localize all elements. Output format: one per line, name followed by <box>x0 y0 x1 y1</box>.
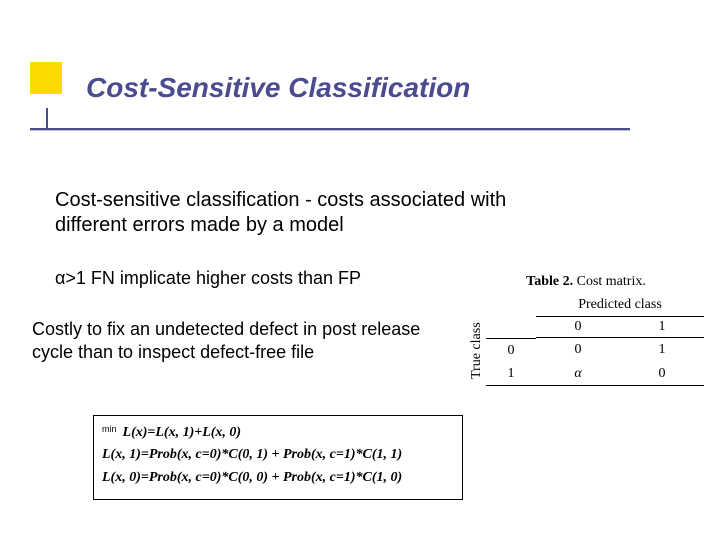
cm-corner-blank <box>486 316 536 338</box>
equation-line-3: L(x, 0)=Prob(x, c=0)*C(0, 0) + Prob(x, c… <box>102 467 454 489</box>
cm-col-0: 0 <box>536 316 620 338</box>
title-area: Cost-Sensitive Classification <box>30 72 470 104</box>
slide: Cost-Sensitive Classification Cost-sensi… <box>0 0 720 540</box>
cm-cell-10: α <box>536 362 620 386</box>
alpha-symbol: α <box>55 268 65 288</box>
equation-line-1: min L(x)=L(x, 1)+L(x, 0) <box>102 422 454 444</box>
cost-matrix-caption-label: Table 2. <box>526 274 573 289</box>
cost-matrix-grid: Predicted class True class 0 1 0 0 1 1 α… <box>468 294 704 386</box>
title-rule-horizontal <box>30 128 630 131</box>
cm-cell-01: 1 <box>620 338 704 362</box>
cm-row-0: 0 <box>486 338 536 362</box>
cm-cell-11: 0 <box>620 362 704 386</box>
body-paragraph-3: Costly to fix an undetected defect in po… <box>32 318 432 363</box>
cm-col-1: 1 <box>620 316 704 338</box>
slide-title: Cost-Sensitive Classification <box>86 72 470 104</box>
body-paragraph-2-text: >1 FN implicate higher costs than FP <box>65 268 361 288</box>
equation-line-2: L(x, 1)=Prob(x, c=0)*C(0, 1) + Prob(x, c… <box>102 444 454 466</box>
cm-row-1: 1 <box>486 362 536 386</box>
equation-box: min L(x)=L(x, 1)+L(x, 0) L(x, 1)=Prob(x, … <box>93 415 463 500</box>
predicted-class-header: Predicted class <box>536 294 704 316</box>
body-paragraph-2: α>1 FN implicate higher costs than FP <box>55 268 361 289</box>
title-rule-vertical <box>46 108 48 128</box>
min-label: min <box>102 424 117 434</box>
cost-matrix: Table 2. Cost matrix. Predicted class Tr… <box>468 274 704 386</box>
title-bullet-square <box>30 62 62 94</box>
cost-matrix-caption: Table 2. Cost matrix. <box>468 274 704 290</box>
equation-1-text: L(x)=L(x, 1)+L(x, 0) <box>123 425 242 440</box>
body-paragraph-1: Cost-sensitive classification - costs as… <box>55 188 515 238</box>
true-class-header: True class <box>468 316 486 386</box>
cm-cell-00: 0 <box>536 338 620 362</box>
cost-matrix-caption-text: Cost matrix. <box>573 274 646 289</box>
